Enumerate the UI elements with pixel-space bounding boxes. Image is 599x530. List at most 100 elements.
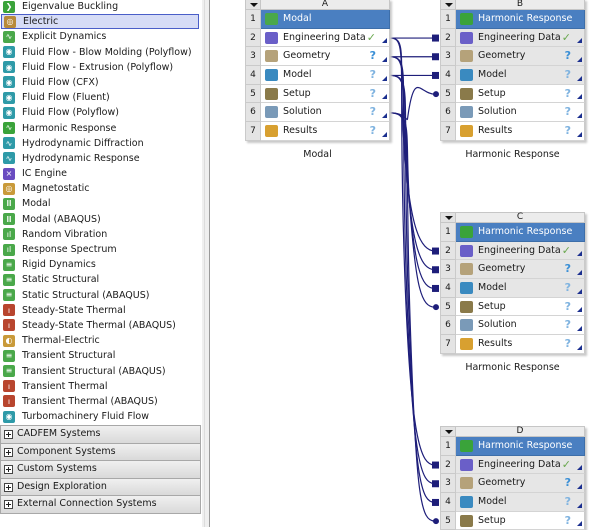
system-cell[interactable]: Model? <box>456 279 585 298</box>
system-cell[interactable]: Model? <box>456 66 585 85</box>
expand-icon[interactable] <box>4 482 13 492</box>
toolbox-item[interactable]: ◎ Magnetostatic <box>0 181 201 196</box>
toolbox-item[interactable]: ∿ Hydrodynamic Response <box>0 151 201 166</box>
system-cell-row[interactable]: 6 Solution? <box>245 103 390 123</box>
toolbox-item[interactable]: ı Steady-State Thermal (ABAQUS) <box>0 318 201 333</box>
expand-icon[interactable] <box>4 447 13 457</box>
system-caption[interactable]: Modal <box>245 149 390 160</box>
system-caption[interactable]: Harmonic Response <box>440 149 585 160</box>
system-cell-row[interactable]: 7 Results? <box>245 122 390 141</box>
system-cell[interactable]: Model? <box>261 66 390 85</box>
system-cell-row[interactable]: 6 Solution? <box>440 103 585 123</box>
system-cell[interactable]: Setup? <box>456 511 585 530</box>
system-cell[interactable]: Solution? <box>456 103 585 123</box>
system-cell-row[interactable]: 7 Results? <box>440 122 585 141</box>
system-cell-row[interactable]: 4 Model? <box>440 279 585 298</box>
expand-icon[interactable] <box>4 465 13 474</box>
system-cell-row[interactable]: 2 Engineering Data ✓ <box>440 241 585 261</box>
toolbox-item[interactable]: ◎ Electric <box>1 14 199 30</box>
system-cell[interactable]: Geometry? <box>456 260 585 280</box>
system-cell-row[interactable]: 5 Setup? <box>245 84 390 104</box>
system-cell-row[interactable]: 5 Setup? <box>440 511 585 530</box>
system-cell[interactable]: Modal <box>261 10 390 29</box>
system-cell[interactable]: Results? <box>456 335 585 354</box>
toolbox-item[interactable]: ◉ Fluid Flow - Blow Molding (Polyflow) <box>0 45 201 60</box>
system-cell[interactable]: Setup? <box>456 84 585 104</box>
toolbox-item[interactable]: ∿ Explicit Dynamics <box>0 29 201 44</box>
toolbox-item[interactable]: Ⅲ Modal <box>0 196 201 211</box>
system-menu-arrow-icon[interactable] <box>245 0 261 10</box>
toolbox-item[interactable]: ❯ Eigenvalue Buckling <box>0 0 201 14</box>
toolbox-item[interactable]: ◉ Fluid Flow (Polyflow) <box>0 105 201 120</box>
system-cell[interactable]: Geometry? <box>456 474 585 494</box>
system-block-d[interactable]: D 1 Harmonic Response 2 Engineering Data ✓ 3 Ge… <box>440 426 585 530</box>
toolbox-item[interactable]: ı Transient Thermal <box>0 379 201 394</box>
system-cell[interactable]: Harmonic Response <box>456 437 585 456</box>
toolbox-item[interactable]: ⨯ IC Engine <box>0 166 201 181</box>
system-block-a[interactable]: A 1 Modal 2 Engineering Data ✓ 3 Geometry? 4 Mode… <box>245 0 390 141</box>
system-cell[interactable]: Setup? <box>261 84 390 104</box>
system-cell-row[interactable]: 4 Model? <box>440 493 585 512</box>
system-cell[interactable]: Results? <box>456 122 585 141</box>
toolbox-item[interactable]: ıl Response Spectrum <box>0 242 201 257</box>
system-cell[interactable]: Engineering Data ✓ <box>261 28 390 48</box>
toolbox-item[interactable]: ◉ Fluid Flow (Fluent) <box>0 90 201 105</box>
system-cell[interactable]: Geometry? <box>261 47 390 67</box>
system-cell[interactable]: Geometry? <box>456 47 585 67</box>
system-cell-row[interactable]: 2 Engineering Data ✓ <box>245 28 390 48</box>
system-cell-row[interactable]: 5 Setup? <box>440 297 585 317</box>
toolbox-item[interactable]: ◉ Turbomachinery Fluid Flow <box>0 409 201 424</box>
system-title-row[interactable]: 1 Harmonic Response <box>440 223 585 242</box>
toolbox-group[interactable]: Custom Systems <box>0 461 201 479</box>
system-menu-arrow-icon[interactable] <box>440 0 456 10</box>
system-cell[interactable]: Engineering Data ✓ <box>456 455 585 475</box>
system-block-b[interactable]: B 1 Harmonic Response 2 Engineering Data ✓ 3 Ge… <box>440 0 585 141</box>
expand-icon[interactable] <box>4 430 13 439</box>
toolbox-item[interactable]: ≡ Transient Structural (ABAQUS) <box>0 364 201 379</box>
system-cell[interactable]: Engineering Data ✓ <box>456 241 585 261</box>
toolbox-group[interactable]: Design Exploration <box>0 478 201 496</box>
system-cell-row[interactable]: 2 Engineering Data ✓ <box>440 455 585 475</box>
system-caption[interactable]: Harmonic Response <box>440 362 585 373</box>
toolbox-item[interactable]: ∿ Harmonic Response <box>0 121 201 136</box>
system-cell-row[interactable]: 5 Setup? <box>440 84 585 104</box>
system-cell[interactable]: Solution? <box>261 103 390 123</box>
system-cell-row[interactable]: 2 Engineering Data ✓ <box>440 28 585 48</box>
toolbox-item[interactable]: ∿ Hydrodynamic Diffraction <box>0 136 201 151</box>
system-cell-row[interactable]: 3 Geometry? <box>245 47 390 67</box>
system-title-row[interactable]: 1 Harmonic Response <box>440 437 585 456</box>
toolbox-item[interactable]: ◉ Fluid Flow (CFX) <box>0 75 201 90</box>
expand-icon[interactable] <box>4 500 13 509</box>
toolbox-item[interactable]: Ⅲ Modal (ABAQUS) <box>0 212 201 227</box>
system-cell-row[interactable]: 3 Geometry? <box>440 260 585 280</box>
system-title-row[interactable]: 1 Modal <box>245 10 390 29</box>
system-menu-arrow-icon[interactable] <box>440 426 456 437</box>
toolbox-item[interactable]: ◐ Thermal-Electric <box>0 333 201 348</box>
toolbox-group[interactable]: External Connection Systems <box>0 496 201 514</box>
system-cell[interactable]: Engineering Data ✓ <box>456 28 585 48</box>
toolbox-item[interactable]: ≡ Static Structural (ABAQUS) <box>0 288 201 303</box>
toolbox-item[interactable]: ı Steady-State Thermal <box>0 303 201 318</box>
system-cell[interactable]: Solution? <box>456 316 585 336</box>
system-cell[interactable]: Results? <box>261 122 390 141</box>
system-cell-row[interactable]: 3 Geometry? <box>440 47 585 67</box>
system-title-row[interactable]: 1 Harmonic Response <box>440 10 585 29</box>
toolbox-item[interactable]: ıl Random Vibration <box>0 227 201 242</box>
system-block-c[interactable]: C 1 Harmonic Response 2 Engineering Data ✓ 3 Ge… <box>440 212 585 354</box>
system-cell-row[interactable]: 6 Solution? <box>440 316 585 336</box>
system-cell-row[interactable]: 4 Model? <box>440 66 585 85</box>
system-cell-row[interactable]: 3 Geometry? <box>440 474 585 494</box>
toolbox-item[interactable]: ≡ Transient Structural <box>0 348 201 363</box>
toolbox-item[interactable]: ≡ Static Structural <box>0 272 201 287</box>
system-cell[interactable]: Setup? <box>456 297 585 317</box>
toolbox-item[interactable]: ı Transient Thermal (ABAQUS) <box>0 394 201 409</box>
system-cell[interactable]: Harmonic Response <box>456 10 585 29</box>
system-cell[interactable]: Harmonic Response <box>456 223 585 242</box>
toolbox-item[interactable]: ≡ Rigid Dynamics <box>0 257 201 272</box>
toolbox-group[interactable]: CADFEM Systems <box>0 425 201 444</box>
system-menu-arrow-icon[interactable] <box>440 212 456 223</box>
system-cell-row[interactable]: 7 Results? <box>440 335 585 354</box>
toolbox-group[interactable]: Component Systems <box>0 443 201 461</box>
system-cell[interactable]: Model? <box>456 493 585 512</box>
toolbox-item[interactable]: ◉ Fluid Flow - Extrusion (Polyflow) <box>0 60 201 75</box>
